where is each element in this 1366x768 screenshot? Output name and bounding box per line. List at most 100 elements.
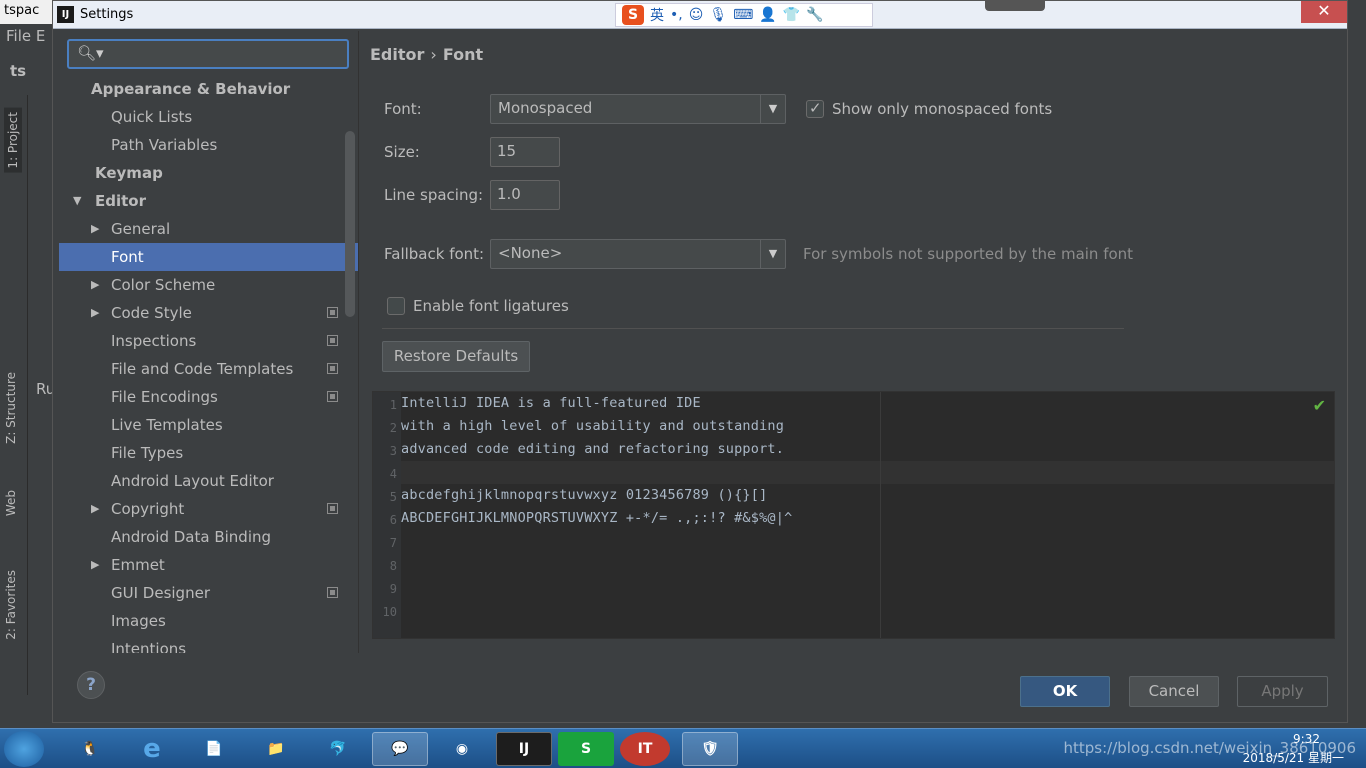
- show-monospaced-label[interactable]: Show only monospaced fonts: [832, 100, 1052, 118]
- size-field[interactable]: 15: [490, 137, 560, 167]
- wrench-icon[interactable]: 🔧: [806, 7, 823, 23]
- preview-code-line[interactable]: abcdefghijklmnopqrstuvwxyz 0123456789 ()…: [401, 487, 767, 503]
- intellij-taskbar-icon[interactable]: IJ: [496, 732, 552, 766]
- file-explorer-icon[interactable]: 📁: [248, 732, 304, 766]
- sidebar-scrollbar[interactable]: [345, 131, 355, 317]
- tree-item-general[interactable]: ▶ General: [59, 215, 358, 243]
- line-number: 9: [389, 582, 397, 596]
- chevron-down-icon[interactable]: ▼: [760, 95, 785, 123]
- sogou-ime-icon[interactable]: S: [622, 5, 644, 25]
- clock-date[interactable]: 2018/5/21 星期一: [1243, 749, 1344, 766]
- tree-item-copyright[interactable]: ▶ Copyright: [59, 495, 358, 523]
- qq-icon[interactable]: 🐧: [62, 732, 118, 766]
- tree-item-appearance-behavior[interactable]: Appearance & Behavior: [59, 75, 358, 103]
- ime-toolbar[interactable]: S 英 •, ☺ 🎙 ⌨ 👤 👕 🔧: [615, 3, 873, 27]
- tree-item-editor[interactable]: ▼ Editor: [59, 187, 358, 215]
- ide-menu-bar[interactable]: File E: [0, 24, 56, 48]
- ime-mode-indicator[interactable]: 英: [650, 5, 664, 25]
- tool-tab-structure[interactable]: Z: Structure: [4, 372, 18, 444]
- tree-item-file-and-code-templates[interactable]: File and Code Templates: [59, 355, 358, 383]
- chrome-icon[interactable]: ◉: [434, 732, 490, 766]
- apply-button[interactable]: Apply: [1237, 676, 1328, 707]
- dialog-titlebar[interactable]: IJ Settings S 英 •, ☺ 🎙 ⌨ 👤 👕 🔧 ✕: [53, 1, 1347, 29]
- chevron-down-icon[interactable]: ▼: [760, 240, 785, 268]
- tree-item-path-variables[interactable]: Path Variables: [59, 131, 358, 159]
- emoji-icon[interactable]: ☺: [689, 7, 704, 23]
- tree-item-font[interactable]: Font: [59, 243, 358, 271]
- collapse-arrow-icon[interactable]: ▶: [91, 271, 99, 299]
- tree-item-emmet[interactable]: ▶ Emmet: [59, 551, 358, 579]
- preview-code-line[interactable]: IntelliJ IDEA is a full-featured IDE: [401, 395, 701, 411]
- shield-icon[interactable]: 🛡: [682, 732, 738, 766]
- tree-item-file-types[interactable]: File Types: [59, 439, 358, 467]
- tree-item-images[interactable]: Images: [59, 607, 358, 635]
- punctuation-icon[interactable]: •,: [670, 7, 683, 23]
- collapse-arrow-icon[interactable]: ▶: [91, 299, 99, 327]
- cancel-button[interactable]: Cancel: [1129, 676, 1219, 707]
- keyboard-icon[interactable]: ⌨: [733, 7, 753, 23]
- show-monospaced-checkbox[interactable]: [806, 99, 824, 118]
- restore-defaults-button[interactable]: Restore Defaults: [382, 341, 530, 372]
- preview-code-line[interactable]: advanced code editing and refactoring su…: [401, 441, 784, 457]
- line-spacing-label: Line spacing:: [384, 186, 484, 204]
- tree-item-intentions[interactable]: Intentions: [59, 635, 358, 653]
- it-app-icon[interactable]: IT: [620, 732, 670, 766]
- close-button[interactable]: ✕: [1301, 1, 1347, 23]
- expand-arrow-icon[interactable]: ▼: [73, 187, 81, 215]
- ide-project-label: ts: [10, 62, 27, 80]
- tree-item-keymap[interactable]: Keymap: [59, 159, 358, 187]
- settings-dialog: IJ Settings S 英 •, ☺ 🎙 ⌨ 👤 👕 🔧 ✕ 🔍︎▾ App…: [52, 0, 1348, 723]
- user-icon[interactable]: 👤: [759, 7, 776, 23]
- dolphin-browser-icon[interactable]: 🐬: [310, 732, 366, 766]
- tree-item-label: Editor: [95, 192, 146, 210]
- tree-item-label: General: [111, 220, 171, 238]
- tree-item-label: Font: [111, 248, 144, 266]
- tree-item-android-data-binding[interactable]: Android Data Binding: [59, 523, 358, 551]
- fallback-font-combo[interactable]: <None> ▼: [490, 239, 786, 269]
- preview-code-line[interactable]: ABCDEFGHIJKLMNOPQRSTUVWXYZ +-*/= .,;:!? …: [401, 510, 792, 526]
- help-button[interactable]: ?: [77, 671, 105, 699]
- blank-document-icon[interactable]: 📄: [186, 732, 242, 766]
- menu-edit[interactable]: E: [36, 27, 45, 45]
- font-ligatures-checkbox[interactable]: [387, 297, 405, 315]
- clock-time[interactable]: 9:32: [1293, 732, 1320, 746]
- fallback-font-hint: For symbols not supported by the main fo…: [803, 245, 1134, 263]
- font-preview-editor[interactable]: 1 IntelliJ IDEA is a full-featured IDE 2 wi…: [372, 391, 1335, 639]
- tree-item-label: Color Scheme: [111, 276, 216, 294]
- start-button[interactable]: [4, 731, 44, 767]
- font-ligatures-label[interactable]: Enable font ligatures: [413, 297, 569, 315]
- line-spacing-field[interactable]: 1.0: [490, 180, 560, 210]
- fallback-font-label: Fallback font:: [384, 245, 485, 263]
- volume-slider-widget[interactable]: [985, 1, 1045, 11]
- tree-item-file-encodings[interactable]: File Encodings: [59, 383, 358, 411]
- settings-search-input[interactable]: 🔍︎▾: [67, 39, 349, 69]
- ie-browser-icon[interactable]: e: [124, 732, 180, 766]
- menu-file[interactable]: File: [6, 27, 31, 45]
- settings-sidebar: 🔍︎▾ Appearance & Behavior Quick Lists Path…: [59, 31, 359, 653]
- collapse-arrow-icon[interactable]: ▶: [91, 551, 99, 579]
- tree-item-gui-designer[interactable]: GUI Designer: [59, 579, 358, 607]
- preview-code-line[interactable]: with a high level of usability and outst…: [401, 418, 784, 434]
- search-icon[interactable]: 🔍︎▾: [77, 44, 104, 62]
- tree-item-quick-lists[interactable]: Quick Lists: [59, 103, 358, 131]
- collapse-arrow-icon[interactable]: ▶: [91, 215, 99, 243]
- tree-item-color-scheme[interactable]: ▶ Color Scheme: [59, 271, 358, 299]
- tree-item-live-templates[interactable]: Live Templates: [59, 411, 358, 439]
- breadcrumb-separator: ›: [430, 45, 437, 64]
- wechat-icon[interactable]: 💬: [372, 732, 428, 766]
- tool-tab-project[interactable]: 1: Project: [4, 108, 22, 173]
- project-scope-icon: [327, 363, 338, 374]
- microphone-icon[interactable]: 🎙: [709, 7, 727, 23]
- tree-item-label: Copyright: [111, 500, 185, 518]
- font-combo[interactable]: Monospaced ▼: [490, 94, 786, 124]
- collapse-arrow-icon[interactable]: ▶: [91, 495, 99, 523]
- tree-item-code-style[interactable]: ▶ Code Style: [59, 299, 358, 327]
- ok-button[interactable]: OK: [1020, 676, 1110, 707]
- sogou-taskbar-icon[interactable]: S: [558, 732, 614, 766]
- tool-tab-web[interactable]: Web: [4, 490, 18, 516]
- tree-item-inspections[interactable]: Inspections: [59, 327, 358, 355]
- breadcrumb-editor[interactable]: Editor: [370, 45, 424, 64]
- skin-icon[interactable]: 👕: [783, 7, 800, 23]
- tree-item-android-layout-editor[interactable]: Android Layout Editor: [59, 467, 358, 495]
- tool-tab-favorites[interactable]: 2: Favorites: [4, 570, 18, 640]
